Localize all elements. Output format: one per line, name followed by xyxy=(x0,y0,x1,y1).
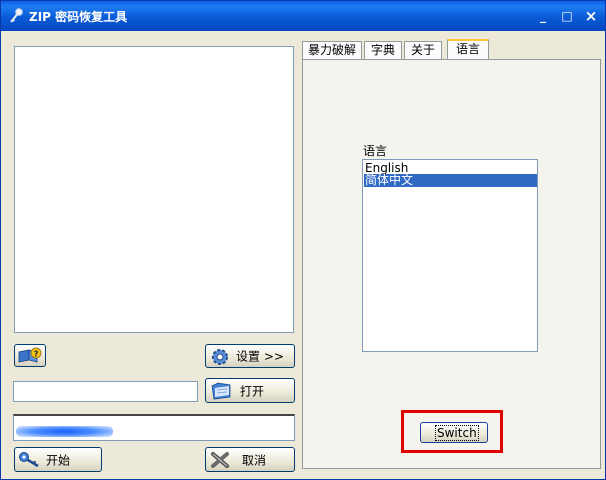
key-icon xyxy=(10,8,23,23)
language-option-label: 简体中文 xyxy=(365,173,414,187)
language-tab-panel: 语言 English 简体中文 Switch xyxy=(302,59,601,469)
tab-label: 字典 xyxy=(370,43,395,57)
help-button[interactable]: ? xyxy=(14,344,46,367)
file-list[interactable] xyxy=(14,46,294,333)
start-label: 开始 xyxy=(46,453,71,467)
cancel-label: 取消 xyxy=(242,453,267,467)
switch-label: Switch xyxy=(435,424,479,441)
cross-icon xyxy=(211,452,229,468)
maximize-icon: □ xyxy=(561,9,573,23)
tab-about[interactable]: 关于 xyxy=(404,41,442,59)
key-icon xyxy=(19,452,39,468)
close-icon: × xyxy=(584,7,598,25)
tab-dictionary[interactable]: 字典 xyxy=(364,41,402,59)
tab-label: 关于 xyxy=(410,43,435,57)
progress-bar xyxy=(13,414,295,441)
client-area: ? 设置 >> 打开 开始 取消 暴力破解 字典 关于 语言 语言 Englis… xyxy=(4,31,602,477)
settings-button[interactable]: 设置 >> xyxy=(205,344,295,368)
minimize-icon: _ xyxy=(540,9,546,23)
language-label: 语言 xyxy=(363,144,388,158)
maximize-button[interactable]: □ xyxy=(557,7,577,25)
title-bar[interactable]: ZIP 密码恢复工具 _ □ × xyxy=(1,1,605,31)
svg-text:?: ? xyxy=(34,350,39,359)
tab-label: 暴力破解 xyxy=(307,43,356,57)
tab-language[interactable]: 语言 xyxy=(447,39,489,60)
password-field[interactable] xyxy=(13,381,198,402)
settings-label: 设置 >> xyxy=(236,349,284,364)
cancel-button[interactable]: 取消 xyxy=(205,447,295,472)
gear-icon xyxy=(212,349,228,365)
window-title: ZIP 密码恢复工具 xyxy=(29,10,128,24)
tab-brute-force[interactable]: 暴力破解 xyxy=(302,41,362,59)
main-window: ZIP 密码恢复工具 _ □ × ? 设置 >> 打开 开始 取消 暴力破解 字… xyxy=(0,0,606,480)
language-list[interactable]: English 简体中文 xyxy=(362,159,538,352)
language-option-chinese[interactable]: 简体中文 xyxy=(364,174,537,187)
minimize-button[interactable]: _ xyxy=(533,7,553,25)
book-help-icon: ? xyxy=(18,347,42,363)
open-label: 打开 xyxy=(240,384,265,398)
progress-fill xyxy=(16,426,113,437)
switch-button[interactable]: Switch xyxy=(420,422,488,443)
open-button[interactable]: 打开 xyxy=(205,378,295,403)
start-button[interactable]: 开始 xyxy=(14,447,102,472)
folder-open-icon xyxy=(211,382,231,400)
close-button[interactable]: × xyxy=(581,7,601,25)
tab-label: 语言 xyxy=(455,42,480,56)
